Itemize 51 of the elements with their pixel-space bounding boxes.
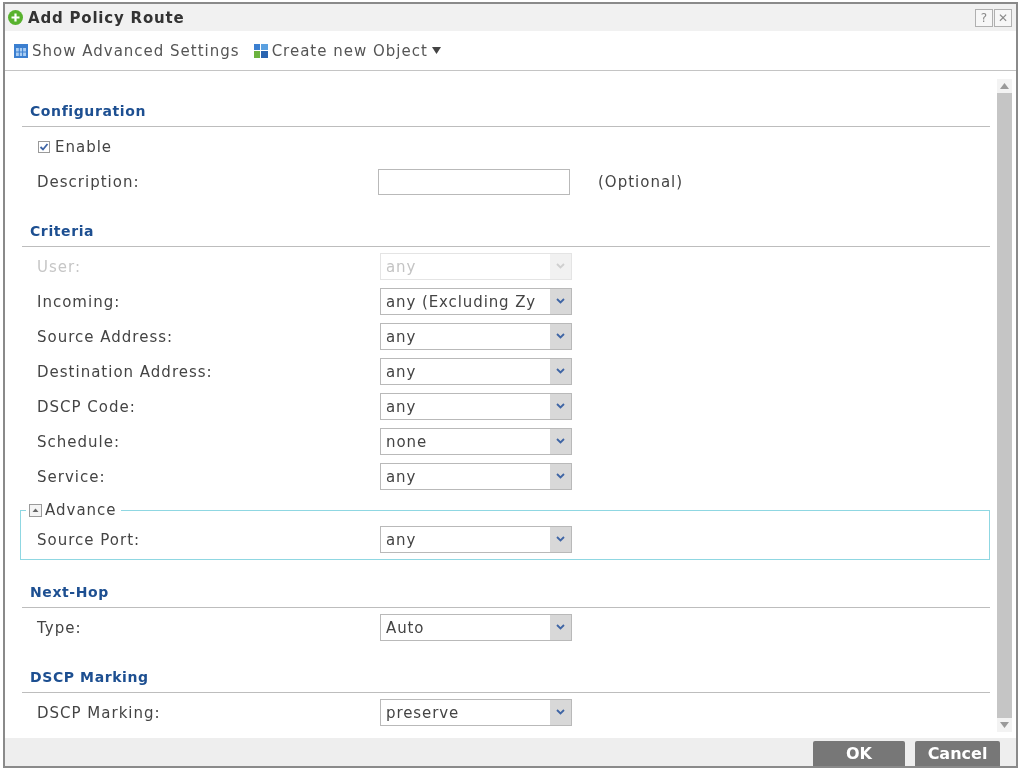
field-label: DSCP Code: — [37, 397, 137, 416]
dropdown[interactable]: any — [380, 526, 572, 553]
dropdown[interactable]: preserve — [380, 699, 572, 726]
section-heading: Criteria — [30, 222, 95, 241]
field-label: Source Address: — [37, 327, 175, 346]
checkbox[interactable] — [38, 140, 50, 153]
tiles-icon — [253, 43, 268, 58]
field-label: DSCP Marking: — [37, 703, 162, 722]
toolbar-menu-button[interactable]: Create new Object — [253, 41, 441, 60]
arrow-down-icon — [1000, 722, 1009, 728]
section-heading: Next-Hop — [30, 583, 109, 602]
chevron-down-icon — [550, 464, 571, 489]
field-label: Description: — [37, 172, 141, 191]
dropdown[interactable]: any — [380, 463, 572, 490]
toolbar-button[interactable]: Show Advanced Settings — [14, 41, 240, 60]
caret-up-icon[interactable] — [29, 503, 42, 517]
cancel-button[interactable]: Cancel — [915, 741, 1000, 766]
arrow-up-icon — [1000, 83, 1009, 89]
window-title: Add Policy Route — [28, 8, 186, 27]
chevron-down-icon — [550, 700, 571, 725]
dropdown[interactable]: none — [380, 428, 572, 455]
chevron-down-icon — [550, 359, 571, 384]
field-label: Schedule: — [37, 432, 121, 451]
dropdown[interactable]: any — [380, 393, 572, 420]
description-field[interactable] — [378, 168, 570, 195]
chevron-down-icon — [550, 615, 571, 640]
plus-circle-icon — [8, 10, 23, 25]
field-label: Destination Address: — [37, 362, 214, 381]
field-label: Incoming: — [37, 292, 122, 311]
dropdown[interactable]: any — [380, 358, 572, 385]
chevron-down-icon — [550, 254, 571, 279]
field-label: Type: — [37, 618, 83, 637]
dropdown[interactable]: Auto — [380, 614, 572, 641]
ok-button[interactable]: OK — [813, 741, 905, 766]
table-icon — [14, 43, 28, 58]
chevron-down-icon — [550, 394, 571, 419]
checkbox-label: Enable — [55, 137, 113, 156]
chevron-down-icon — [550, 289, 571, 314]
field-label: Source Port: — [37, 530, 142, 549]
dropdown[interactable]: any (Excluding Zy — [380, 288, 572, 315]
section-heading: DSCP Marking — [30, 668, 149, 687]
chevron-down-icon — [550, 527, 571, 552]
group-legend: Advance — [45, 501, 117, 519]
caret-down-icon — [431, 47, 441, 54]
field-label: User: — [37, 257, 82, 276]
section-heading: Configuration — [30, 102, 146, 121]
dropdown[interactable]: any — [380, 323, 572, 350]
field-label: Service: — [37, 467, 107, 486]
optional-note: (Optional) — [598, 172, 684, 191]
chevron-down-icon — [550, 324, 571, 349]
chevron-down-icon — [550, 429, 571, 454]
